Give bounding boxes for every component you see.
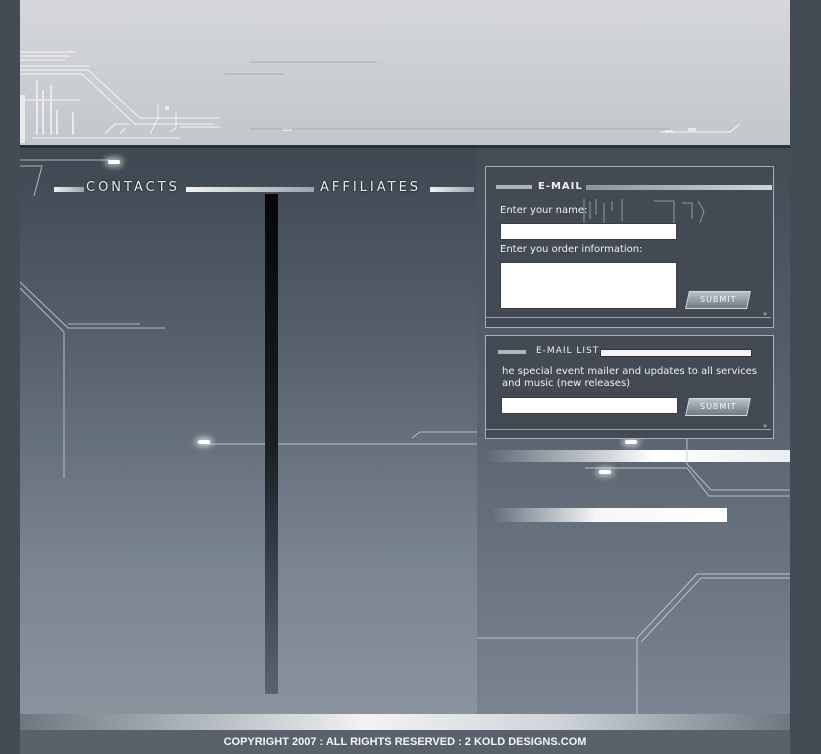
light-glow <box>625 440 637 444</box>
email-list-title: E-MAIL LIST <box>536 346 600 356</box>
order-textarea[interactable] <box>500 262 677 309</box>
double-chevron-right-icon[interactable]: » <box>763 422 767 430</box>
nav-affiliates[interactable]: AFFILIATES <box>320 181 421 195</box>
email-list-description: he special event mailer and updates to a… <box>502 366 757 389</box>
double-chevron-right-icon[interactable]: » <box>763 310 767 318</box>
email-list-submit-button[interactable]: SUBMIT <box>685 398 751 416</box>
affiliates-bar-right <box>430 187 474 192</box>
panel-rule <box>486 317 771 318</box>
title-bar-left <box>496 185 532 189</box>
header-banner <box>20 0 790 146</box>
light-glow <box>599 470 611 474</box>
email-form-title: E-MAIL <box>538 181 583 192</box>
footer-light-band <box>20 714 790 730</box>
contacts-bar-left <box>54 187 84 192</box>
order-label: Enter you order information: <box>500 244 643 255</box>
copyright-text: COPYRIGHT 2007 : ALL RIGHTS RESERVED : 2… <box>223 736 587 748</box>
email-list-input[interactable] <box>501 397 678 414</box>
nav-contacts[interactable]: CONTACTS <box>86 181 180 195</box>
column-divider <box>265 194 278 694</box>
light-glow <box>108 160 120 164</box>
panel-rule <box>486 429 771 430</box>
email-form-panel: E-MAIL Enter your name: Enter you order … <box>485 166 774 328</box>
footer: COPYRIGHT 2007 : ALL RIGHTS RESERVED : 2… <box>20 730 790 754</box>
email-submit-button[interactable]: SUBMIT <box>685 291 751 309</box>
page: CONTACTS AFFILIATES E-MAIL Enter your na… <box>20 0 790 754</box>
name-input[interactable] <box>500 223 677 240</box>
title-bar-right <box>586 185 772 190</box>
contacts-bar-right <box>186 187 314 192</box>
email-submit-label: SUBMIT <box>699 295 737 304</box>
light-glow <box>198 440 210 444</box>
title-bar-right <box>600 349 752 357</box>
name-label: Enter your name: <box>500 205 588 216</box>
title-bar-left <box>498 350 526 354</box>
panel-circuit-decoration <box>20 159 477 478</box>
email-list-submit-label: SUBMIT <box>699 402 737 411</box>
email-list-panel: E-MAIL LIST he special event mailer and … <box>485 335 774 439</box>
content-panel <box>20 148 477 714</box>
header-circuit-decoration <box>20 51 741 143</box>
